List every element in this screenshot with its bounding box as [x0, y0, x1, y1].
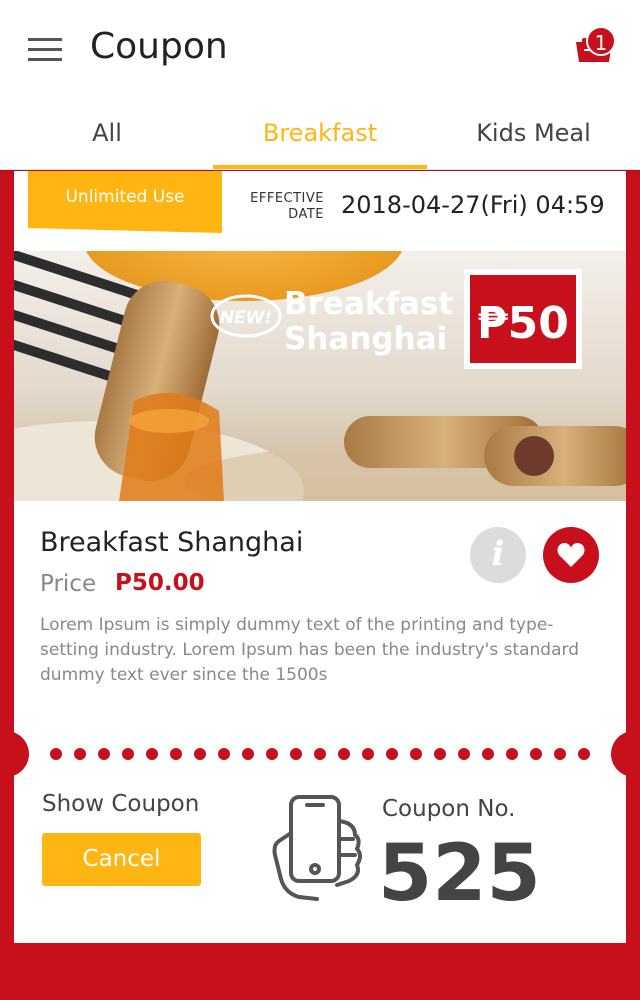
heart-icon: [557, 543, 585, 567]
ticket-notch-left: [0, 731, 29, 777]
price-value: P50.00: [115, 570, 205, 596]
perforation-dot: [122, 748, 134, 760]
coupon-number-label: Coupon No.: [382, 796, 516, 822]
tab-all[interactable]: All: [0, 98, 214, 170]
price-label: Price: [40, 571, 97, 597]
perforation-dot: [434, 748, 446, 760]
perforation-dot: [170, 748, 182, 760]
coupon-card: Unlimited Use EFFECTIVE DATE 2018-04-27(…: [0, 171, 640, 943]
perforation-dot: [578, 748, 590, 760]
perforation-dot: [338, 748, 350, 760]
perforation-dot: [506, 748, 518, 760]
info-icon: i: [491, 534, 505, 574]
svg-text:NEW!: NEW!: [220, 308, 272, 328]
perforation-dot: [290, 748, 302, 760]
app-header: Coupon 1: [0, 0, 640, 98]
tab-breakfast[interactable]: Breakfast: [213, 98, 427, 170]
svg-text:₱50: ₱50: [477, 298, 569, 349]
hamburger-menu-icon[interactable]: [28, 38, 62, 62]
perforation-dot: [98, 748, 110, 760]
tab-kids-meal[interactable]: Kids Meal: [427, 98, 640, 170]
item-name: Breakfast Shanghai: [40, 527, 304, 558]
phone-in-hand-icon: [272, 795, 362, 901]
cancel-button[interactable]: Cancel: [42, 833, 201, 886]
info-button[interactable]: i: [470, 527, 526, 583]
cart-count-badge: 1: [586, 26, 616, 56]
effective-date-value: 2018-04-27(Fri) 04:59: [341, 191, 605, 219]
perforation-dot: [530, 748, 542, 760]
svg-text:Shanghai: Shanghai: [284, 321, 447, 357]
perforation-dot: [74, 748, 86, 760]
effective-date-label: EFFECTIVE DATE: [250, 191, 324, 222]
perforation-dots: [50, 748, 596, 760]
category-tabs: All Breakfast Kids Meal: [0, 98, 640, 170]
favorite-button[interactable]: [543, 527, 599, 583]
usage-ribbon-label: Unlimited Use: [65, 187, 185, 207]
perforation-dot: [146, 748, 158, 760]
page-title: Coupon: [90, 26, 228, 67]
coupon-number-value: 525: [378, 829, 541, 919]
svg-text:Breakfast: Breakfast: [284, 286, 453, 322]
show-coupon-label: Show Coupon: [42, 791, 200, 817]
item-description: Lorem Ipsum is simply dummy text of the …: [40, 615, 579, 685]
perforation-dot: [218, 748, 230, 760]
perforation-dot: [362, 748, 374, 760]
perforation-dot: [50, 748, 62, 760]
perforation-dot: [386, 748, 398, 760]
perforation-dot: [410, 748, 422, 760]
perforation-dot: [266, 748, 278, 760]
cart-button[interactable]: 1: [574, 26, 622, 72]
perforation-dot: [482, 748, 494, 760]
perforation-dot: [242, 748, 254, 760]
perforation-dot: [194, 748, 206, 760]
perforation-dot: [458, 748, 470, 760]
active-tab-indicator: [213, 165, 427, 169]
ticket-notch-right: [611, 731, 640, 777]
perforation-dot: [554, 748, 566, 760]
perforation-dot: [314, 748, 326, 760]
coupon-banner-image: NEW! Breakfast Shanghai ₱50: [14, 251, 626, 501]
